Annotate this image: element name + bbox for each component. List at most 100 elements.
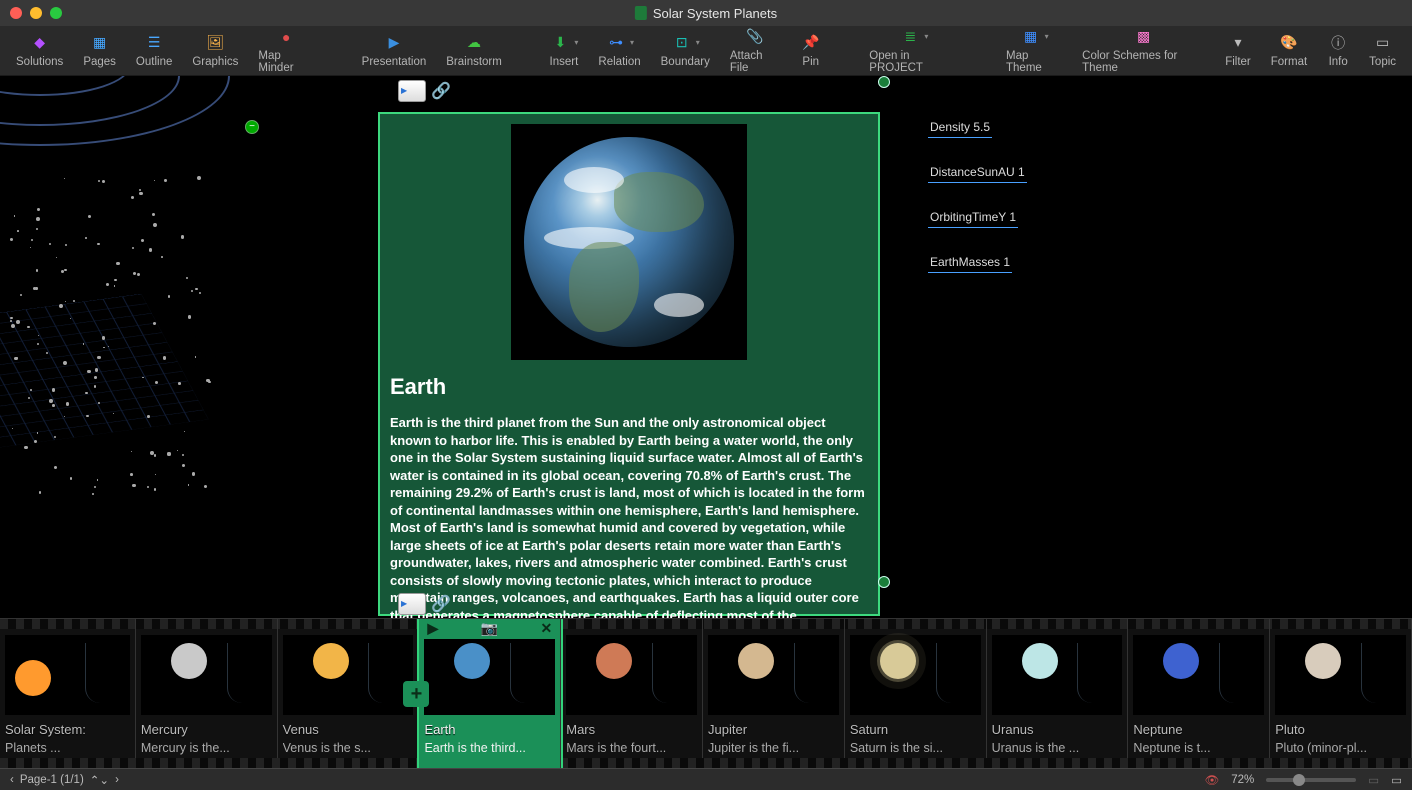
pin-icon: 📌 xyxy=(800,34,822,52)
toolbar-presentation-button[interactable]: ▶Presentation xyxy=(352,26,437,75)
prev-page-button[interactable]: ‹ xyxy=(10,774,14,786)
next-page-button[interactable]: › xyxy=(115,774,119,786)
toolbar-info-button[interactable]: ⓘInfo xyxy=(1317,26,1359,75)
slide-thumb-6[interactable]: SaturnSaturn is the si... xyxy=(845,619,987,768)
graphics-label: Graphics xyxy=(192,56,238,68)
minimize-window-button[interactable] xyxy=(30,7,42,19)
slide-title: Solar System: xyxy=(5,722,130,737)
page-stepper[interactable]: ⌃⌄ xyxy=(90,773,109,787)
window-controls xyxy=(10,7,62,19)
graphics-icon: 🖼 xyxy=(204,34,226,52)
slide-play-button[interactable]: ▶ xyxy=(427,620,438,637)
slide-subtitle: Jupiter is the fi... xyxy=(708,741,839,755)
toolbar-brainstorm-button[interactable]: ☁ Brainstorm xyxy=(436,26,512,75)
toolbar-solutions-button[interactable]: ◆ Solutions xyxy=(6,26,73,75)
boundary-icon: ⊡ xyxy=(671,34,693,52)
child-topic-orbiting-time[interactable]: OrbitingTimeY 1 xyxy=(928,210,1018,228)
slide-subtitle: Neptune is t... xyxy=(1133,741,1264,755)
solutions-label: Solutions xyxy=(16,56,63,68)
slide-thumb-7[interactable]: UranusUranus is the ... xyxy=(987,619,1129,768)
topic-label: Topic xyxy=(1369,56,1396,68)
presentation-mode-icon[interactable]: 👁 xyxy=(1205,773,1220,787)
toolbar-topic-button[interactable]: ▭Topic xyxy=(1359,26,1406,75)
toolbar-filter-button[interactable]: ▾ Filter xyxy=(1215,26,1261,75)
toolbar-insert-button[interactable]: ⬇▾ Insert xyxy=(539,26,588,75)
slide-title: Pluto xyxy=(1275,722,1406,737)
brainstorm-label: Brainstorm xyxy=(446,56,502,68)
slide-thumb-5[interactable]: Jupiter Jupiter is the fi... xyxy=(703,619,845,768)
node-meta-icons: 🔗 xyxy=(398,593,452,615)
slide-subtitle: Earth is the third... xyxy=(424,741,555,755)
fit-icon[interactable]: ▭ xyxy=(1368,773,1379,787)
slide-thumb-4[interactable]: MarsMars is the fourt... xyxy=(561,619,703,768)
slide-subtitle: Venus is the s... xyxy=(283,741,414,755)
slide-thumb-8[interactable]: Neptune Neptune is t... xyxy=(1128,619,1270,768)
toolbar-boundary-button[interactable]: ⊡▾ Boundary xyxy=(651,26,720,75)
slide-title: Saturn xyxy=(850,722,981,737)
zoom-level[interactable]: 72% xyxy=(1231,774,1254,786)
chevron-down-icon: ▾ xyxy=(574,38,578,47)
toolbar-openproj-button[interactable]: ≣▾Open in PROJECT xyxy=(859,26,968,75)
child-topic-distance[interactable]: DistanceSunAU 1 xyxy=(928,165,1027,183)
toolbar-graphics-button[interactable]: 🖼 Graphics xyxy=(182,26,248,75)
slide-thumb-9[interactable]: Pluto Pluto (minor-pl... xyxy=(1270,619,1412,768)
slide-subtitle: Pluto (minor-pl... xyxy=(1275,741,1406,755)
zoom-window-button[interactable] xyxy=(50,7,62,19)
insert-label: Insert xyxy=(550,56,579,68)
openproj-label: Open in PROJECT xyxy=(869,50,958,74)
slide-title: Neptune xyxy=(1133,722,1264,737)
fullscreen-icon[interactable]: ▭ xyxy=(1391,773,1402,787)
pin-label: Pin xyxy=(802,56,819,68)
zoom-slider[interactable] xyxy=(1266,778,1356,782)
chevron-down-icon: ▾ xyxy=(696,38,700,47)
attach-label: Attach File xyxy=(730,50,780,74)
brainstorm-icon: ☁ xyxy=(463,34,485,52)
slide-thumb-3[interactable]: ▶📷✕+EarthEarth is the third... xyxy=(419,619,561,768)
toolbar-pin-button[interactable]: 📌 Pin xyxy=(790,26,832,75)
presentation-icon: ▶ xyxy=(383,34,405,52)
toolbar-colorschemes-button[interactable]: ▩Color Schemes for Theme xyxy=(1072,26,1215,75)
filter-label: Filter xyxy=(1225,56,1251,68)
close-window-button[interactable] xyxy=(10,7,22,19)
slide-thumb-2[interactable]: VenusVenus is the s... xyxy=(278,619,420,768)
relation-label: Relation xyxy=(598,56,640,68)
resize-handle-top[interactable] xyxy=(878,76,890,88)
colorschemes-label: Color Schemes for Theme xyxy=(1082,50,1205,74)
topic-node-earth[interactable]: − 🔗 Earth Earth is the third planet from… xyxy=(378,112,880,616)
link-icon[interactable]: 🔗 xyxy=(430,593,452,615)
link-icon[interactable]: 🔗 xyxy=(430,80,452,102)
outline-icon: ☰ xyxy=(143,34,165,52)
page-indicator[interactable]: Page-1 (1/1) xyxy=(20,774,84,786)
add-slide-button[interactable]: + xyxy=(403,681,429,707)
filter-icon: ▾ xyxy=(1227,34,1249,52)
slide-close-button[interactable]: ✕ xyxy=(541,620,553,637)
slide-camera-button[interactable]: 📷 xyxy=(481,620,498,637)
toolbar-attach-button[interactable]: 📎Attach File xyxy=(720,26,790,75)
slide-thumb-1[interactable]: MercuryMercury is the... xyxy=(136,619,278,768)
toolbar-maptheme-button[interactable]: ▦▾Map Theme xyxy=(996,26,1072,75)
slide-title: Uranus xyxy=(992,722,1123,737)
window-title: Solar System Planets xyxy=(635,6,777,21)
slide-subtitle: Mars is the fourt... xyxy=(566,741,697,755)
solutions-icon: ◆ xyxy=(29,34,51,52)
canvas[interactable]: − 🔗 Earth Earth is the third planet from… xyxy=(0,76,1412,620)
toolbar-mapminder-button[interactable]: ●Map Minder xyxy=(248,26,324,75)
slide-thumb-0[interactable]: Solar System:Planets ... xyxy=(0,619,136,768)
resize-handle-bottom[interactable] xyxy=(878,576,890,588)
child-topic-earth-masses[interactable]: EarthMasses 1 xyxy=(928,255,1012,273)
toolbar-format-button[interactable]: 🎨Format xyxy=(1261,26,1317,75)
relation-icon: ⊶ xyxy=(605,34,627,52)
pages-label: Pages xyxy=(83,56,116,68)
presentation-icon[interactable] xyxy=(398,593,426,615)
child-topic-list: Density 5.5 DistanceSunAU 1 OrbitingTime… xyxy=(928,120,1027,273)
presentation-icon[interactable] xyxy=(398,80,426,102)
insert-icon: ⬇ xyxy=(549,34,571,52)
toolbar-pages-button[interactable]: ▦Pages xyxy=(73,26,126,75)
child-topic-density[interactable]: Density 5.5 xyxy=(928,120,992,138)
boundary-label: Boundary xyxy=(661,56,710,68)
maptheme-icon: ▦ xyxy=(1020,28,1042,46)
toolbar-outline-button[interactable]: ☰Outline xyxy=(126,26,182,75)
collapse-indicator[interactable]: − xyxy=(245,120,259,134)
slide-title: Jupiter xyxy=(708,722,839,737)
toolbar-relation-button[interactable]: ⊶▾Relation xyxy=(588,26,650,75)
